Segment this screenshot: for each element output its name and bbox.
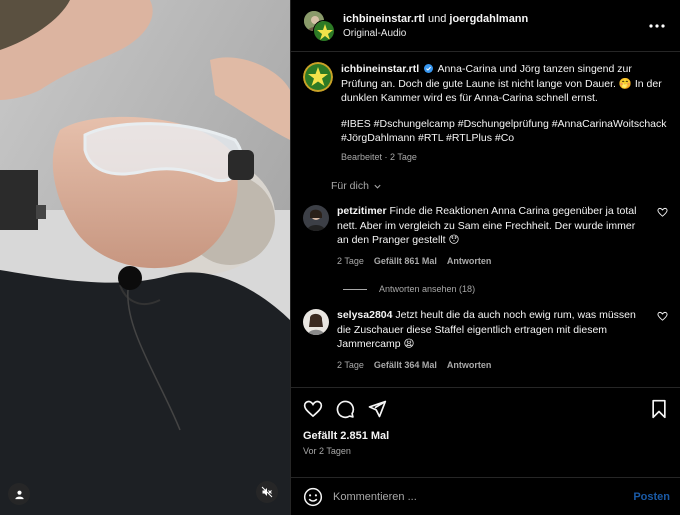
more-options-button[interactable] (648, 17, 666, 35)
header-accounts: ichbineinstar.rtl und joergdahlmann (343, 13, 528, 25)
account-link[interactable]: ichbineinstar.rtl (343, 13, 425, 25)
comment-sort-dropdown[interactable]: Für dich (331, 180, 668, 192)
audio-link[interactable]: Original-Audio (343, 28, 528, 39)
video-frame (0, 0, 290, 515)
comment-item: selysa2804 Jetzt heult die da auch noch … (303, 308, 668, 372)
like-count[interactable]: Gefällt 2.851 Mal (303, 430, 668, 442)
collab-avatars[interactable] (303, 9, 335, 42)
comment-likes[interactable]: Gefällt 861 Mal (374, 254, 437, 269)
comment-composer: Posten (291, 477, 680, 515)
avatar (313, 19, 335, 42)
caption-meta: Bearbeitet · 2 Tage (341, 151, 417, 162)
heart-icon[interactable] (657, 311, 668, 322)
user-tag-button[interactable] (8, 483, 30, 505)
share-icon[interactable] (367, 399, 387, 419)
comment-time: 2 Tage (337, 359, 364, 370)
comment-item: petzitimer Finde die Reaktionen Anna Car… (303, 204, 668, 268)
connector-text: und (427, 12, 447, 25)
reply-button[interactable]: Antworten (447, 358, 492, 373)
post-timestamp: Vor 2 Tagen (303, 446, 351, 456)
bookmark-icon[interactable] (650, 399, 668, 419)
muted-speaker-icon (261, 486, 273, 498)
mute-button[interactable] (256, 481, 278, 503)
heart-icon[interactable] (657, 207, 668, 218)
header-text: ichbineinstar.rtl und joergdahlmann Orig… (343, 13, 528, 39)
view-replies-label: Antworten ansehen (18) (379, 284, 476, 294)
emoji-icon[interactable] (303, 487, 323, 507)
sort-label: Für dich (331, 180, 369, 192)
caption-username[interactable]: ichbineinstar.rtl (341, 63, 419, 75)
replies-divider (343, 288, 367, 290)
comment-username[interactable]: selysa2804 (337, 309, 392, 321)
post-header: ichbineinstar.rtl und joergdahlmann Orig… (291, 0, 680, 52)
chevron-down-icon (374, 184, 381, 189)
verified-badge-icon (424, 64, 434, 73)
comment-meta: 2 Tage Gefällt 861 Mal Antworten (337, 254, 646, 269)
comment-meta: 2 Tage Gefällt 364 Mal Antworten (337, 358, 646, 373)
account-link[interactable]: joergdahlmann (449, 13, 528, 25)
post-details-panel: ichbineinstar.rtl und joergdahlmann Orig… (290, 0, 680, 515)
post-actions: Gefällt 2.851 Mal Vor 2 Tagen (291, 387, 680, 477)
post-video[interactable] (0, 0, 290, 515)
user-tag-icon (14, 490, 24, 499)
caption-hashtags[interactable]: #IBES #Dschungelcamp #Dschungelprüfung #… (341, 117, 668, 146)
comment-likes[interactable]: Gefällt 364 Mal (374, 358, 437, 373)
comment-icon[interactable] (335, 399, 355, 419)
action-icons (303, 396, 668, 422)
heart-icon[interactable] (303, 399, 323, 419)
more-horizontal-icon (649, 24, 665, 28)
avatar[interactable] (303, 62, 333, 92)
view-replies-button[interactable]: Antworten ansehen (18) (303, 284, 668, 294)
comment-body: petzitimer Finde die Reaktionen Anna Car… (337, 204, 668, 268)
avatar[interactable] (303, 205, 329, 231)
caption-body: ichbineinstar.rtl Anna-Carina und Jörg t… (341, 62, 668, 164)
comment-input[interactable] (333, 490, 624, 503)
comment-time: 2 Tage (337, 255, 364, 266)
post-comment-button[interactable]: Posten (633, 491, 670, 503)
comment-username[interactable]: petzitimer (337, 205, 387, 217)
avatar[interactable] (303, 309, 329, 335)
comments-scroll[interactable]: ichbineinstar.rtl Anna-Carina und Jörg t… (291, 52, 680, 387)
comment-body: selysa2804 Jetzt heult die da auch noch … (337, 308, 668, 372)
caption: ichbineinstar.rtl Anna-Carina und Jörg t… (303, 62, 668, 164)
post-dialog: ichbineinstar.rtl und joergdahlmann Orig… (0, 0, 680, 515)
reply-button[interactable]: Antworten (447, 254, 492, 269)
